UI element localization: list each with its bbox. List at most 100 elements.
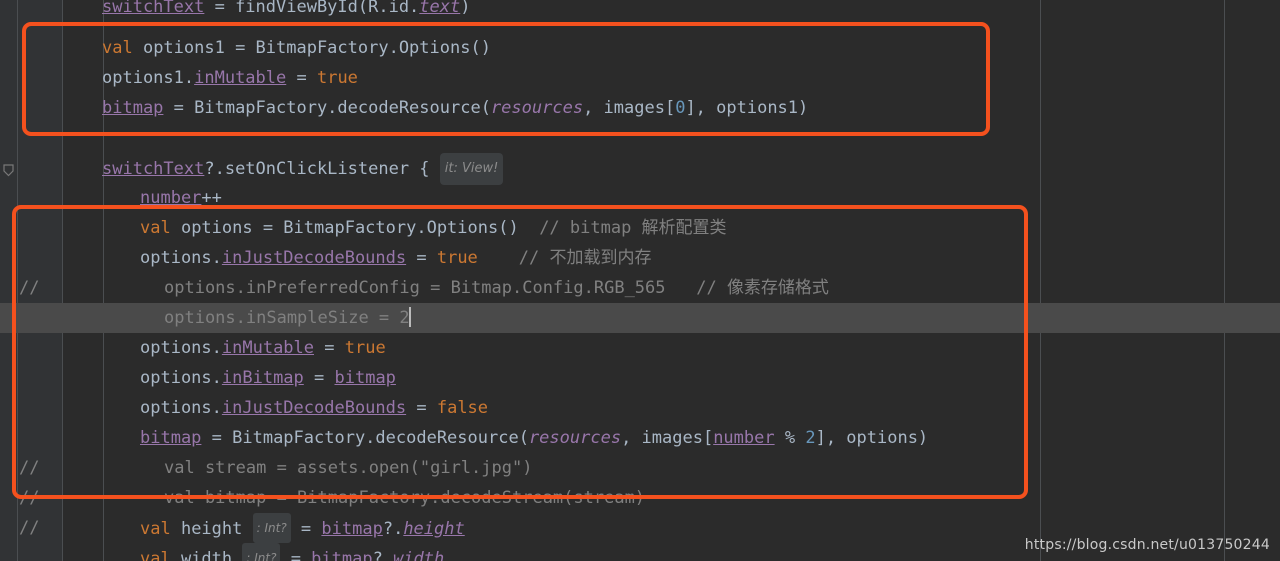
- inlay-type-hint: : Int?: [242, 543, 281, 561]
- line-options-inmutable[interactable]: options.inMutable = true: [140, 333, 386, 363]
- code-token: number: [140, 188, 202, 208]
- code-token: true: [316, 68, 358, 88]
- code-token: inBitmap: [221, 368, 304, 388]
- code-token: switchText: [102, 0, 205, 17]
- code-token: ++: [201, 188, 222, 208]
- code-token: false: [436, 398, 489, 418]
- line-val-height[interactable]: val height : Int? = bitmap?.height: [140, 513, 465, 543]
- code-token: 不加载到内存: [549, 248, 652, 268]
- code-token: height: [403, 519, 465, 539]
- code-token: ?.: [372, 549, 394, 561]
- line-options1-inmutable[interactable]: options1.inMutable = true: [102, 63, 358, 93]
- code-token: options.: [140, 338, 222, 358]
- line-switchtext-find[interactable]: switchText = findViewById(R.id.text): [102, 0, 471, 22]
- code-token: ], options): [815, 428, 929, 448]
- code-token: =: [303, 368, 335, 388]
- code-token: //: [477, 248, 550, 268]
- gutter-comment-marker-4: //: [19, 518, 40, 538]
- code-token: options.: [140, 248, 222, 268]
- code-token: =: [286, 68, 317, 88]
- line-number-increment[interactable]: number++: [140, 183, 222, 213]
- code-token: resources: [528, 428, 622, 448]
- line-commented-inpreferredconfig[interactable]: options.inPreferredConfig = Bitmap.Confi…: [164, 273, 829, 303]
- code-token: options.inSampleSize = 2: [164, 308, 410, 328]
- code-token: true: [436, 248, 478, 268]
- code-token: inMutable: [221, 338, 315, 358]
- editor-left-strip: [0, 0, 7, 561]
- code-token: bitmap: [102, 98, 164, 118]
- code-token: ): [460, 0, 471, 17]
- code-token: 解析配置类: [641, 218, 727, 238]
- code-token: =: [280, 549, 312, 561]
- code-token: options1 = BitmapFactory.Options(): [132, 38, 491, 58]
- code-token: height: [170, 519, 253, 539]
- gutter-comment-marker-3: //: [19, 488, 40, 508]
- code-token: val: [140, 218, 171, 238]
- code-token: val: [140, 519, 171, 539]
- line-commented-val-stream[interactable]: val stream = assets.open("girl.jpg"): [164, 453, 532, 483]
- code-token: true: [344, 338, 386, 358]
- code-token: bitmap: [321, 519, 383, 539]
- gutter-comment-marker-2: //: [19, 458, 40, 478]
- gutter-divider: [17, 0, 18, 561]
- code-token: options.inPreferredConfig = Bitmap.Confi…: [164, 278, 666, 298]
- code-token: options = BitmapFactory.Options(): [170, 218, 519, 238]
- code-token: width: [393, 549, 445, 561]
- code-token: options1.: [102, 68, 195, 88]
- code-token: options.: [140, 368, 222, 388]
- line-commented-insamplesize[interactable]: options.inSampleSize = 2: [164, 303, 411, 333]
- code-token: val bitmap = BitmapFactory.decodeStream(…: [164, 488, 646, 508]
- code-token: = BitmapFactory.decodeResource(: [163, 98, 491, 118]
- code-token: 0: [675, 98, 686, 118]
- code-token: bitmap: [311, 549, 373, 561]
- line-bitmap-decoderesource-number[interactable]: bitmap = BitmapFactory.decodeResource(re…: [140, 423, 928, 453]
- code-token: inJustDecodeBounds: [221, 248, 407, 268]
- code-token: =: [406, 398, 437, 418]
- code-token: %: [774, 428, 806, 448]
- line-injustdecodebounds-false[interactable]: options.inJustDecodeBounds = false: [140, 393, 488, 423]
- inlay-type-hint: : Int?: [252, 513, 291, 543]
- code-editor-screenshot: // // // // // switchText = findViewById(R.i…: [0, 0, 1280, 561]
- gutter-comment-marker-0: //: [19, 278, 40, 298]
- code-token: val: [102, 38, 133, 58]
- fold-collapse-icon[interactable]: [1, 163, 16, 178]
- line-val-width[interactable]: val width : Int? = bitmap?.width: [140, 543, 444, 561]
- code-token: 像素存储格式: [726, 278, 829, 298]
- line-commented-val-bitmap-decodestream[interactable]: val bitmap = BitmapFactory.decodeStream(…: [164, 483, 645, 513]
- line-options-inbitmap[interactable]: options.inBitmap = bitmap: [140, 363, 396, 393]
- code-token: text: [419, 0, 461, 17]
- code-token: resources: [490, 98, 584, 118]
- code-token: val stream = assets.open("girl.jpg"): [164, 458, 533, 478]
- code-content-area[interactable]: switchText = findViewById(R.id.text) val …: [0, 0, 1280, 561]
- line-injustdecodebounds-true[interactable]: options.inJustDecodeBounds = true // 不加载…: [140, 243, 651, 273]
- line-setonclicklistener[interactable]: switchText?.setOnClickListener { it: Vie…: [102, 153, 504, 185]
- inlay-hint: it: View!: [439, 153, 504, 185]
- code-token: number: [713, 428, 775, 448]
- code-token: , images[: [621, 428, 714, 448]
- code-token: =: [290, 519, 322, 539]
- line-val-options[interactable]: val options = BitmapFactory.Options() //…: [140, 213, 727, 243]
- code-token: inMutable: [194, 68, 287, 88]
- code-token: //: [665, 278, 727, 298]
- code-token: bitmap: [140, 428, 202, 448]
- code-token: =: [314, 338, 345, 358]
- watermark-url: https://blog.csdn.net/u013750244: [1024, 537, 1270, 553]
- code-token: width: [170, 549, 243, 561]
- code-token: val: [140, 549, 171, 561]
- code-token: options.: [140, 398, 222, 418]
- code-token: // bitmap: [518, 218, 642, 238]
- code-token: = BitmapFactory.decodeResource(: [201, 428, 529, 448]
- code-token: inJustDecodeBounds: [221, 398, 407, 418]
- line-val-options1[interactable]: val options1 = BitmapFactory.Options(): [102, 33, 491, 63]
- code-token: ], options1): [685, 98, 809, 118]
- code-token: switchText: [102, 159, 205, 179]
- code-token: 2: [805, 428, 816, 448]
- text-caret: [408, 307, 411, 327]
- code-token: , images[: [583, 98, 676, 118]
- code-token: bitmap: [334, 368, 396, 388]
- code-token: =: [406, 248, 437, 268]
- code-token: ?.: [382, 519, 404, 539]
- line-bitmap-decoderesource-0[interactable]: bitmap = BitmapFactory.decodeResource(re…: [102, 93, 808, 123]
- code-token: ?.setOnClickListener {: [204, 159, 440, 179]
- code-token: = findViewById(R.id.: [204, 0, 420, 17]
